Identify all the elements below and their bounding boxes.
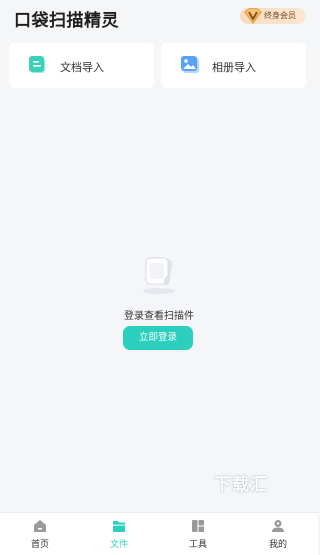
login-button[interactable]: 立即登录 [123, 326, 193, 350]
tools-icon [192, 520, 204, 532]
tab-tools[interactable]: 工具 [158, 513, 238, 555]
tab-profile[interactable]: 我的 [238, 513, 318, 555]
document-import-label: 文档导入 [60, 62, 104, 74]
bottom-tab-bar: 首页 文件 工具 我的 [0, 512, 318, 555]
document-icon [29, 56, 45, 73]
home-icon [34, 520, 46, 532]
tab-files[interactable]: 文件 [79, 513, 159, 555]
page-title: 口袋扫描精灵 [14, 11, 119, 30]
tab-label-files: 文件 [109, 539, 128, 549]
vip-label: 终身会员 [264, 11, 296, 20]
photo-album-icon [181, 56, 199, 73]
header: 口袋扫描精灵 终身会员 [0, 0, 318, 36]
profile-icon [272, 520, 284, 532]
album-import-card[interactable]: 相册导入 [161, 43, 306, 88]
document-illustration-icon [143, 257, 175, 294]
diamond-v-icon [244, 8, 262, 24]
album-import-label: 相册导入 [212, 62, 256, 74]
document-import-card[interactable]: 文档导入 [9, 43, 154, 88]
tab-label-home: 首页 [30, 539, 49, 549]
folder-icon [113, 521, 125, 532]
tab-label-profile: 我的 [268, 539, 287, 549]
watermark: 下载汇 [214, 475, 268, 494]
tab-label-tools: 工具 [188, 539, 207, 549]
vip-badge[interactable]: 终身会员 [240, 8, 306, 24]
tab-home[interactable]: 首页 [0, 513, 80, 555]
empty-state-message: 登录查看扫描件 [124, 311, 194, 322]
